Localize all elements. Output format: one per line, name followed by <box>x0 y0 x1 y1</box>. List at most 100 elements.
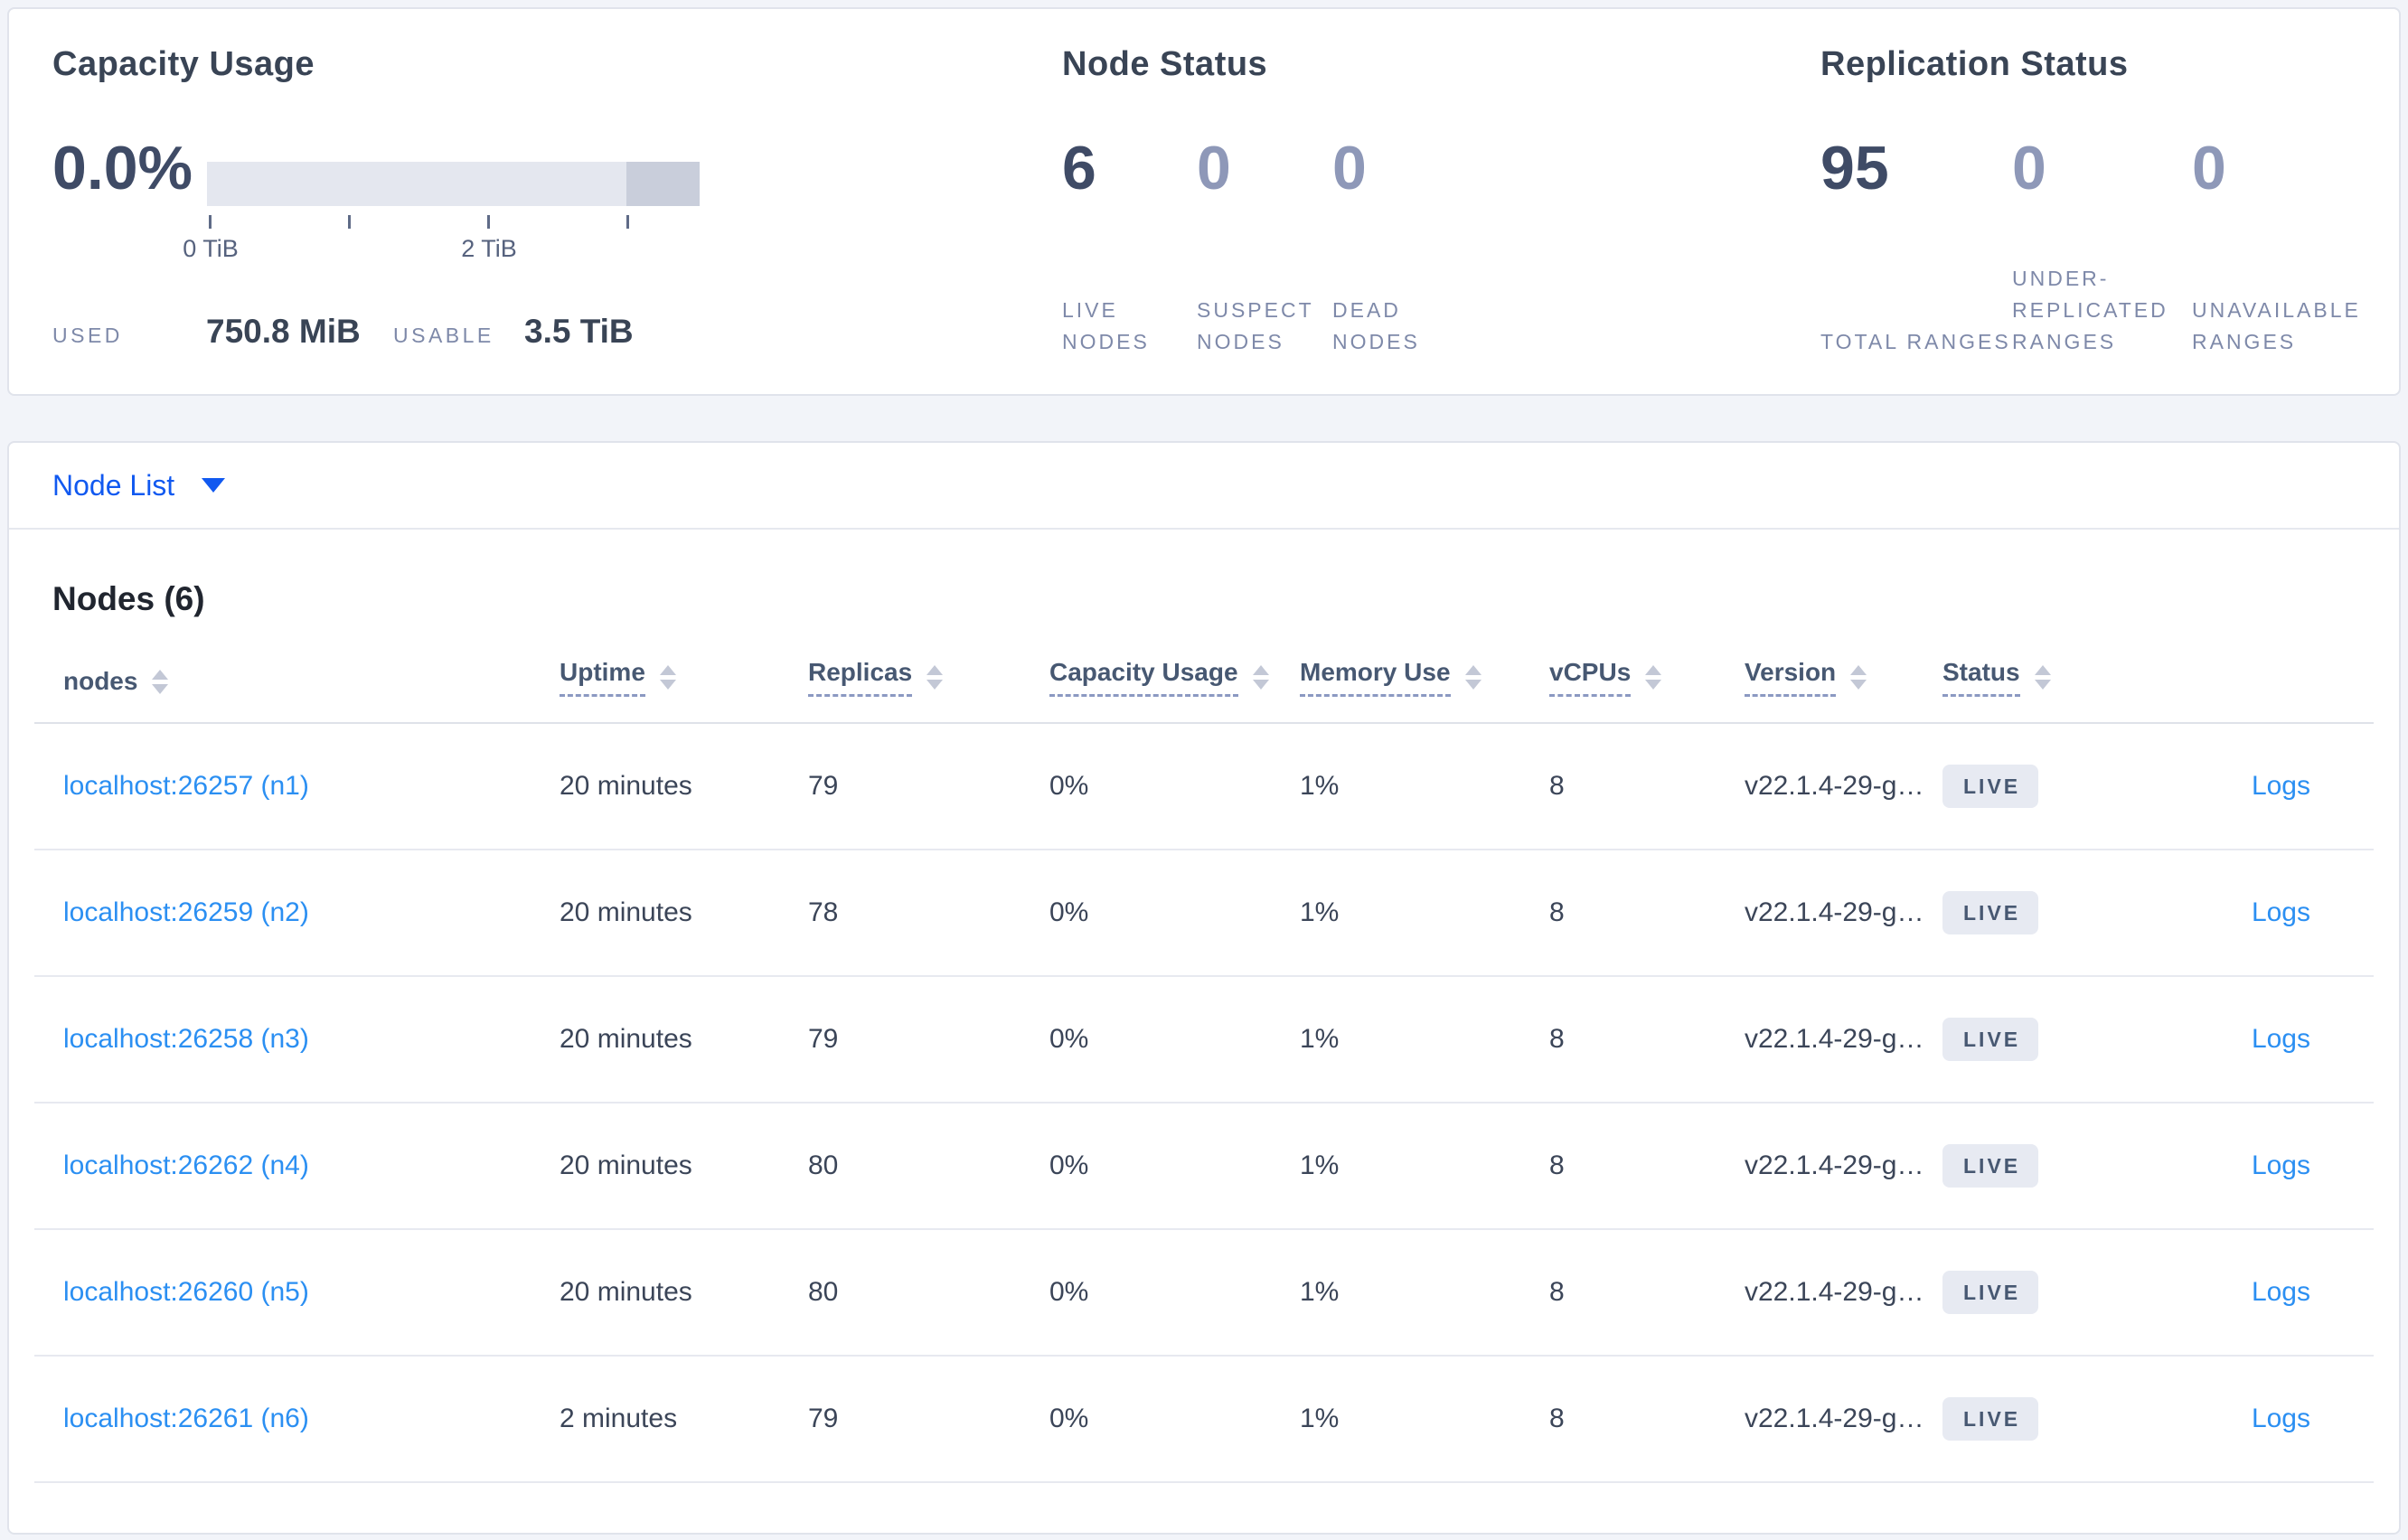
node-link[interactable]: localhost:26258 (n3) <box>63 1024 309 1054</box>
vcpus-cell: 8 <box>1549 1150 1565 1180</box>
table-row: localhost:26258 (n3) 20 minutes 79 0% 1%… <box>34 977 2374 1103</box>
stat-label: SUSPECT NODES <box>1197 298 1314 353</box>
logs-link[interactable]: Logs <box>2252 771 2310 801</box>
caret-down-icon <box>202 478 226 493</box>
under-replicated-ranges-stat: 0 UNDER-REPLICATED RANGES <box>2012 137 2192 358</box>
logs-link[interactable]: Logs <box>2252 1277 2310 1307</box>
column-header-version[interactable]: Version <box>1745 657 1942 697</box>
capacity-used-percent: 0.0% <box>52 134 193 202</box>
table-row: localhost:26261 (n6) 2 minutes 79 0% 1% … <box>34 1357 2374 1483</box>
nodes-section-title: Nodes (6) <box>52 580 205 617</box>
cluster-overview-panel: Capacity Usage 0.0% 0 TiB 2 TiB USED 750… <box>7 7 2401 396</box>
axis-tick-label: 2 TiB <box>461 235 517 262</box>
sort-arrows-icon[interactable] <box>927 664 944 690</box>
column-header-uptime[interactable]: Uptime <box>560 657 808 697</box>
node-link[interactable]: localhost:26262 (n4) <box>63 1150 309 1180</box>
sort-arrows-icon[interactable] <box>1464 664 1481 690</box>
usable-label: USABLE <box>393 324 494 347</box>
vcpus-cell: 8 <box>1549 1024 1565 1054</box>
node-status-title: Node Status <box>1062 45 1268 83</box>
unavailable-ranges-stat: 0 UNAVAILABLE RANGES <box>2192 137 2386 358</box>
version-cell: v22.1.4-29-g… <box>1745 897 1924 927</box>
logs-link[interactable]: Logs <box>2252 1150 2310 1180</box>
suspect-nodes-stat: 0 SUSPECT NODES <box>1197 137 1332 358</box>
replicas-cell: 80 <box>808 1277 839 1307</box>
logs-link[interactable]: Logs <box>2252 897 2310 927</box>
axis-tick <box>209 215 212 229</box>
status-badge: LIVE <box>1942 891 2039 934</box>
replication-stats: 95 TOTAL RANGES 0 UNDER-REPLICATED RANGE… <box>1820 137 2386 358</box>
axis-tick <box>348 215 351 229</box>
stat-value: 95 <box>1820 134 1889 202</box>
uptime-cell: 20 minutes <box>560 1277 692 1307</box>
memory-cell: 1% <box>1300 771 1340 801</box>
capacity-cell: 0% <box>1049 1404 1089 1433</box>
replicas-cell: 79 <box>808 771 839 801</box>
node-link[interactable]: localhost:26260 (n5) <box>63 1277 309 1307</box>
column-header-capacity-usage[interactable]: Capacity Usage <box>1049 657 1300 697</box>
sort-arrows-icon[interactable] <box>2034 664 2051 690</box>
sort-arrows-icon[interactable] <box>1645 664 1662 690</box>
dead-nodes-stat: 0 DEAD NODES <box>1332 137 1477 358</box>
capacity-legend: USED 750.8 MiB USABLE 3.5 TiB <box>52 313 634 358</box>
replicas-cell: 78 <box>808 897 839 927</box>
stat-value: 0 <box>2012 134 2046 202</box>
column-header-status[interactable]: Status <box>1942 657 2178 697</box>
stat-value: 0 <box>1332 134 1367 202</box>
node-list-bar: Node List <box>9 443 2399 530</box>
replication-status-title: Replication Status <box>1820 45 2129 83</box>
stat-label: UNDER-REPLICATED RANGES <box>2012 267 2168 353</box>
capacity-cell: 0% <box>1049 1150 1089 1180</box>
logs-link[interactable]: Logs <box>2252 1404 2310 1433</box>
node-status-stats: 6 LIVE NODES 0 SUSPECT NODES 0 DEAD NODE… <box>1062 137 1477 358</box>
memory-cell: 1% <box>1300 1024 1340 1054</box>
vcpus-cell: 8 <box>1549 771 1565 801</box>
node-link[interactable]: localhost:26259 (n2) <box>63 897 309 927</box>
stat-value: 6 <box>1062 134 1096 202</box>
logs-link[interactable]: Logs <box>2252 1024 2310 1054</box>
replicas-cell: 80 <box>808 1150 839 1180</box>
stat-value: 0 <box>2192 134 2226 202</box>
capacity-bar <box>207 162 700 206</box>
status-badge: LIVE <box>1942 1144 2039 1188</box>
node-list-dropdown[interactable]: Node List <box>52 468 226 502</box>
sort-arrows-icon[interactable] <box>1850 664 1867 690</box>
used-value: 750.8 MiB <box>206 313 361 350</box>
status-badge: LIVE <box>1942 765 2039 808</box>
sort-arrows-icon[interactable] <box>659 664 676 690</box>
vcpus-cell: 8 <box>1549 1404 1565 1433</box>
replicas-cell: 79 <box>808 1024 839 1054</box>
column-header-memory-use[interactable]: Memory Use <box>1300 657 1549 697</box>
uptime-cell: 2 minutes <box>560 1404 678 1433</box>
stat-label: UNAVAILABLE RANGES <box>2192 298 2361 353</box>
capacity-cell: 0% <box>1049 897 1089 927</box>
uptime-cell: 20 minutes <box>560 771 692 801</box>
usable-value: 3.5 TiB <box>524 313 634 350</box>
status-badge: LIVE <box>1942 1018 2039 1061</box>
sort-arrows-icon[interactable] <box>1252 664 1269 690</box>
version-cell: v22.1.4-29-g… <box>1745 771 1924 801</box>
column-header-vcpus[interactable]: vCPUs <box>1549 657 1745 697</box>
status-badge: LIVE <box>1942 1271 2039 1314</box>
memory-cell: 1% <box>1300 1404 1340 1433</box>
total-ranges-stat: 95 TOTAL RANGES <box>1820 137 2012 358</box>
node-list-dropdown-label: Node List <box>52 468 175 502</box>
axis-tick <box>626 215 629 229</box>
column-header-nodes[interactable]: nodes <box>63 666 560 697</box>
version-cell: v22.1.4-29-g… <box>1745 1024 1924 1054</box>
live-nodes-stat: 6 LIVE NODES <box>1062 137 1197 358</box>
capacity-cell: 0% <box>1049 1024 1089 1054</box>
status-badge: LIVE <box>1942 1397 2039 1441</box>
node-link[interactable]: localhost:26261 (n6) <box>63 1404 309 1433</box>
column-header-replicas[interactable]: Replicas <box>808 657 1049 697</box>
replicas-cell: 79 <box>808 1404 839 1433</box>
memory-cell: 1% <box>1300 897 1340 927</box>
stat-value: 0 <box>1197 134 1231 202</box>
memory-cell: 1% <box>1300 1150 1340 1180</box>
stat-label: LIVE NODES <box>1062 298 1150 353</box>
table-row: localhost:26257 (n1) 20 minutes 79 0% 1%… <box>34 724 2374 850</box>
node-link[interactable]: localhost:26257 (n1) <box>63 771 309 801</box>
sort-arrows-icon[interactable] <box>152 669 169 694</box>
stat-label: DEAD NODES <box>1332 298 1420 353</box>
capacity-cell: 0% <box>1049 771 1089 801</box>
